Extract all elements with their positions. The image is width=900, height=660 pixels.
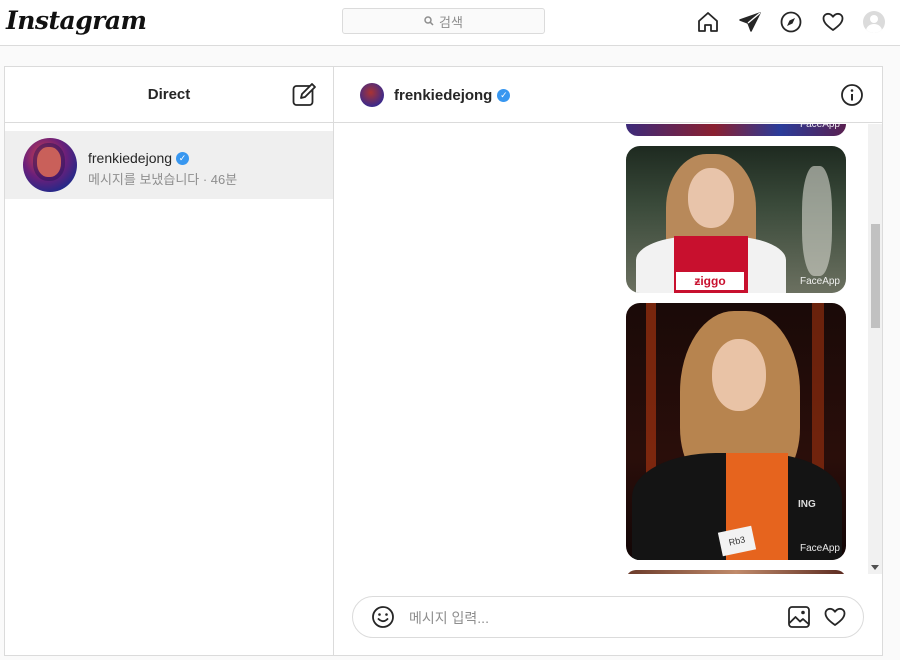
thread-preview: 메시지를 보냈습니다 · 46분 — [88, 172, 238, 187]
watermark: FaceApp — [799, 276, 840, 287]
scrollbar-thumb[interactable] — [871, 224, 880, 328]
verified-badge-icon: ✓ — [176, 151, 190, 165]
message-composer — [352, 596, 864, 638]
background-figure — [802, 166, 832, 276]
profile-avatar[interactable] — [860, 9, 888, 35]
activity-heart-icon[interactable] — [819, 9, 847, 35]
photo-message-partial[interactable]: FaceApp — [626, 124, 846, 136]
thread-username: frenkiedejong ✓ — [88, 150, 190, 166]
direct-icon[interactable] — [736, 9, 764, 35]
nav-icons — [694, 9, 900, 35]
direct-messages-panel: Direct frenkiedejong ✓ 메시지를 보냈습니다 · 46분 … — [4, 66, 883, 656]
message-list[interactable]: FaceApp ƶiggo FaceApp Rb3 ING FaceApp — [334, 124, 882, 574]
conversation-username-text: frenkiedejong — [394, 87, 493, 104]
instagram-logo[interactable]: Instagram — [6, 6, 147, 35]
emoji-icon[interactable] — [371, 605, 395, 629]
verified-badge-icon: ✓ — [497, 89, 511, 102]
avatar — [23, 138, 77, 192]
photo-jacket-logo: ING — [798, 499, 816, 510]
scroll-down-arrow-icon[interactable] — [871, 565, 879, 570]
avatar[interactable] — [360, 83, 384, 107]
image-upload-icon[interactable] — [787, 605, 811, 629]
inbox-title: Direct — [147, 86, 191, 103]
conversation-header: frenkiedejong ✓ — [334, 67, 882, 123]
explore-icon[interactable] — [777, 9, 805, 35]
search-box[interactable]: 검색 — [342, 8, 545, 34]
photo-message-netherlands[interactable]: Rb3 ING FaceApp — [626, 303, 846, 560]
avatar — [863, 11, 885, 33]
inbox-header: Direct — [5, 67, 333, 123]
info-icon[interactable] — [840, 83, 864, 107]
conversation-username[interactable]: frenkiedejong ✓ — [394, 87, 511, 104]
inbox-sidebar: Direct frenkiedejong ✓ 메시지를 보냈습니다 · 46분 — [5, 67, 334, 655]
conversation-pane: frenkiedejong ✓ FaceApp ƶiggo FaceApp Rb… — [334, 67, 882, 655]
top-navigation-bar: Instagram 검색 — [0, 0, 900, 46]
search-placeholder: 검색 — [439, 14, 463, 30]
thread-username-text: frenkiedejong — [88, 150, 173, 166]
photo-message-partial[interactable] — [626, 570, 846, 574]
photo-face — [712, 339, 766, 411]
thread-item-frenkiedejong[interactable]: frenkiedejong ✓ 메시지를 보냈습니다 · 46분 — [5, 131, 333, 199]
new-message-icon[interactable] — [291, 82, 317, 108]
home-icon[interactable] — [694, 9, 722, 35]
watermark: FaceApp — [799, 543, 840, 554]
message-scrollbar[interactable] — [868, 124, 882, 574]
shirt-sponsor-logo: ƶiggo — [676, 272, 744, 290]
watermark: FaceApp — [799, 124, 840, 130]
photo-face — [688, 168, 734, 228]
message-input[interactable] — [409, 608, 769, 628]
photo-message-ajax[interactable]: ƶiggo FaceApp — [626, 146, 846, 293]
like-heart-icon[interactable] — [823, 605, 847, 629]
search-icon — [424, 16, 434, 26]
